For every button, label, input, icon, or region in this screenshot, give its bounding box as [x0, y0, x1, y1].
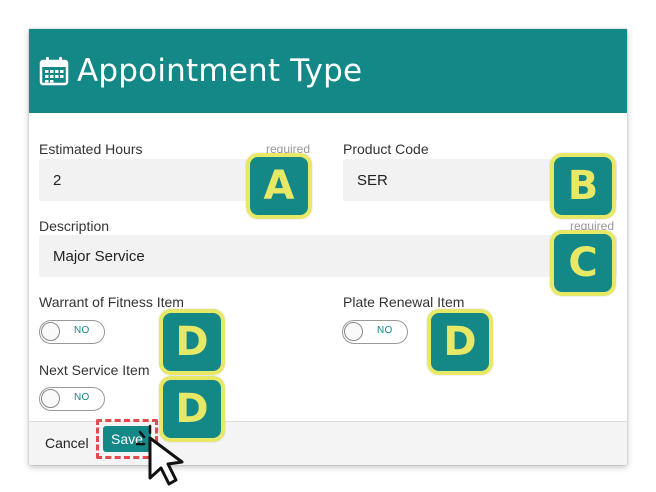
estimated-hours-label: Estimated Hours	[39, 141, 143, 157]
annotation-badge-c: C	[550, 230, 616, 296]
appointment-type-dialog: Appointment Type Estimated Hours require…	[29, 29, 627, 465]
toggle-knob	[41, 322, 60, 341]
dialog-title: Appointment Type	[77, 53, 363, 89]
annotation-badge-b: B	[550, 153, 616, 219]
cancel-button[interactable]: Cancel	[45, 435, 89, 451]
toggle-state: NO	[377, 325, 393, 336]
description-input[interactable]: Major Service	[39, 235, 617, 277]
plate-renewal-toggle[interactable]: NO	[342, 320, 408, 344]
description-label: Description	[39, 218, 110, 234]
pointer-cursor-icon	[136, 424, 184, 486]
annotation-badge-d: D	[427, 309, 493, 375]
annotation-badge-a: A	[246, 153, 312, 219]
warrant-of-fitness-toggle[interactable]: NO	[39, 320, 105, 344]
dialog-header: Appointment Type	[29, 29, 627, 113]
dialog-footer: Cancel Save	[29, 419, 627, 465]
warrant-of-fitness-label: Warrant of Fitness Item	[39, 294, 184, 310]
annotation-badge-d: D	[159, 309, 225, 375]
toggle-state: NO	[74, 325, 90, 336]
plate-renewal-label: Plate Renewal Item	[343, 294, 465, 310]
next-service-toggle[interactable]: NO	[39, 387, 105, 411]
toggle-state: NO	[74, 392, 90, 403]
calendar-icon	[39, 57, 69, 86]
next-service-label: Next Service Item	[39, 362, 150, 378]
toggle-knob	[41, 389, 60, 408]
toggle-knob	[344, 322, 363, 341]
product-code-label: Product Code	[343, 141, 429, 157]
